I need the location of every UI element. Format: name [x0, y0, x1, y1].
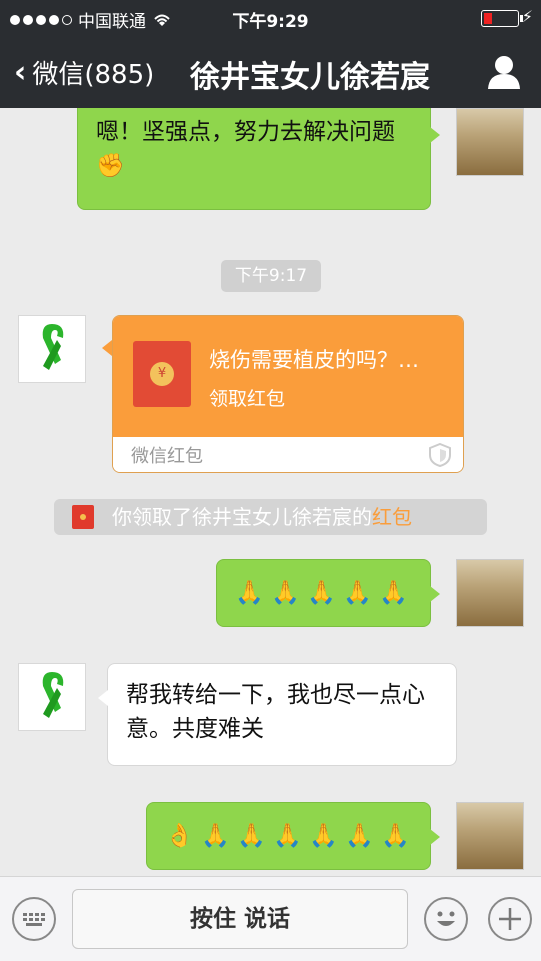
red-packet-card[interactable]: ¥ 烧伤需要植皮的吗？… 领取红包 微信红包	[112, 315, 464, 473]
folded-hands-emoji: 🙏	[379, 580, 408, 606]
folded-hands-emoji: 🙏	[201, 823, 230, 849]
raised-fist-emoji: ✊	[96, 153, 125, 179]
folded-hands-emoji: 🙏	[343, 580, 372, 606]
red-packet-message: 烧伤需要植皮的吗？…	[209, 348, 419, 372]
nav-bar: ‹ 微信(885) 徐井宝女儿徐若宸	[0, 36, 541, 108]
back-label: 微信(885)	[32, 60, 155, 90]
plus-icon	[499, 908, 521, 930]
contact-avatar[interactable]	[18, 663, 86, 731]
red-packet-brand: 微信红包	[131, 446, 203, 467]
person-icon[interactable]	[487, 54, 521, 90]
back-button[interactable]: ‹ 微信(885)	[14, 54, 154, 91]
message-bubble-incoming[interactable]: 帮我转给一下，我也尽一点心意。共度难关	[98, 663, 457, 766]
contact-avatar[interactable]	[18, 315, 86, 383]
my-avatar[interactable]	[456, 559, 524, 627]
folded-hands-emoji: 🙏	[309, 823, 338, 849]
emoji-button[interactable]	[424, 897, 468, 941]
message-bubble-outgoing[interactable]: 🙏 🙏 🙏 🙏 🙏	[216, 559, 440, 627]
folded-hands-emoji: 🙏	[237, 823, 266, 849]
status-time: 下午9:29	[232, 12, 309, 32]
input-bar: 按住 说话	[0, 876, 541, 961]
keyboard-button[interactable]	[12, 897, 56, 941]
shield-icon	[429, 443, 451, 467]
charging-bolt-icon: ⚡	[521, 7, 533, 26]
smiley-icon	[437, 911, 455, 926]
ok-hand-emoji: 👌	[165, 823, 194, 849]
folded-hands-emoji: 🙏	[235, 580, 264, 606]
emoji-row: 👌 🙏 🙏 🙏 🙏 🙏 🙏	[165, 817, 412, 851]
my-avatar[interactable]	[456, 802, 524, 870]
red-envelope-icon: ¥	[133, 341, 191, 407]
chat-title: 徐井宝女儿徐若宸	[190, 60, 430, 95]
folded-hands-emoji: 🙏	[273, 823, 302, 849]
timestamp: 下午9:17	[221, 260, 321, 292]
message-bubble-outgoing[interactable]: 👌 🙏 🙏 🙏 🙏 🙏 🙏	[146, 802, 440, 870]
system-notice-text: 你领取了徐井宝女儿徐若宸的	[112, 505, 372, 529]
red-packet-claim-label: 领取红包	[209, 388, 286, 410]
bubble-tail	[102, 340, 112, 356]
folded-hands-emoji: 🙏	[345, 823, 374, 849]
emoji-row: 🙏 🙏 🙏 🙏 🙏	[235, 574, 412, 608]
system-notice: 你领取了徐井宝女儿徐若宸的红包	[54, 499, 487, 535]
folded-hands-emoji: 🙏	[307, 580, 336, 606]
red-envelope-icon	[72, 505, 94, 529]
folded-hands-emoji: 🙏	[271, 580, 300, 606]
red-packet-link[interactable]: 红包	[372, 505, 412, 529]
message-text: 嗯！坚强点，努力去解决问题	[96, 119, 395, 145]
message-text: 帮我转给一下，我也尽一点心意。共度难关	[126, 682, 425, 742]
status-bar: 中国联通 下午9:29 ⚡	[0, 0, 541, 36]
my-avatar[interactable]	[456, 108, 524, 176]
message-bubble-outgoing[interactable]: 嗯！坚强点，努力去解决问题 ✊	[77, 108, 440, 210]
chat-area[interactable]: 嗯！坚强点，努力去解决问题 ✊ 下午9:17 ¥ 烧伤需要植皮的吗？… 领取红包 …	[0, 108, 541, 876]
battery-icon	[481, 10, 523, 27]
chevron-left-icon: ‹	[14, 55, 27, 90]
hold-to-talk-button[interactable]: 按住 说话	[72, 889, 408, 949]
keyboard-icon	[23, 913, 45, 926]
green-ribbon-icon	[42, 672, 64, 718]
more-button[interactable]	[488, 897, 532, 941]
folded-hands-emoji: 🙏	[381, 823, 410, 849]
green-ribbon-icon	[42, 324, 64, 370]
